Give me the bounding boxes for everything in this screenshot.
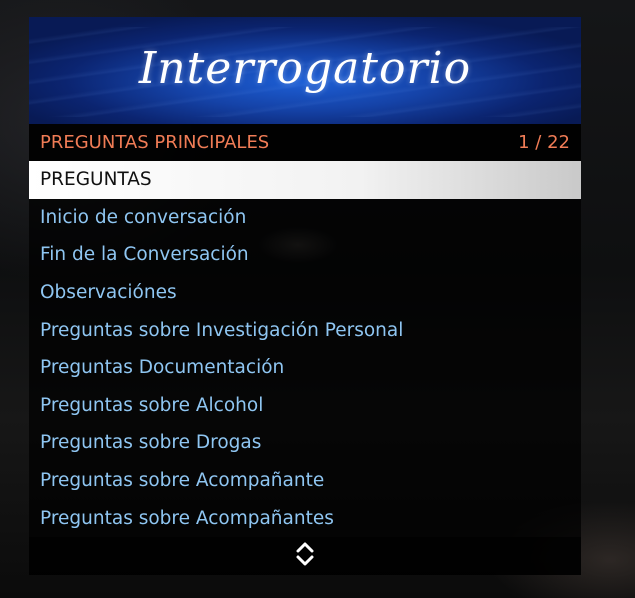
menu-item-fin-conversacion[interactable]: Fin de la Conversación xyxy=(29,236,581,274)
menu-item-acompanantes[interactable]: Preguntas sobre Acompañantes xyxy=(29,499,581,537)
item-counter: 1 / 22 xyxy=(518,132,570,153)
subheader-title: PREGUNTAS PRINCIPALES xyxy=(40,132,270,153)
menu-item-label: Observaciónes xyxy=(40,282,177,304)
menu-title: Interrogatorio xyxy=(138,43,472,94)
menu-item-preguntas[interactable]: PREGUNTAS xyxy=(29,161,581,199)
menu-item-label: Preguntas Documentación xyxy=(40,357,285,379)
up-down-arrows-icon[interactable] xyxy=(295,540,315,572)
menu-item-investigacion-personal[interactable]: Preguntas sobre Investigación Personal xyxy=(29,311,581,349)
menu-item-label: Preguntas sobre Acompañante xyxy=(40,470,325,492)
menu-item-alcohol[interactable]: Preguntas sobre Alcohol xyxy=(29,387,581,425)
menu-item-label: PREGUNTAS xyxy=(40,169,152,191)
menu-item-acompanante[interactable]: Preguntas sobre Acompañante xyxy=(29,462,581,500)
menu-item-documentacion[interactable]: Preguntas Documentación xyxy=(29,349,581,387)
menu-item-label: Inicio de conversación xyxy=(40,206,247,228)
menu-subheader: PREGUNTAS PRINCIPALES 1 / 22 xyxy=(29,124,581,161)
menu-items: PREGUNTAS Inicio de conversación Fin de … xyxy=(29,161,581,537)
menu-item-label: Fin de la Conversación xyxy=(40,244,249,266)
menu-item-label: Preguntas sobre Acompañantes xyxy=(40,507,334,529)
menu-banner: Interrogatorio xyxy=(29,17,581,124)
menu-footer xyxy=(29,536,581,575)
menu-item-label: Preguntas sobre Investigación Personal xyxy=(40,319,404,341)
menu-item-inicio-conversacion[interactable]: Inicio de conversación xyxy=(29,199,581,237)
interrogation-menu: Interrogatorio PREGUNTAS PRINCIPALES 1 /… xyxy=(29,17,581,575)
menu-item-label: Preguntas sobre Drogas xyxy=(40,432,262,454)
menu-item-observaciones[interactable]: Observaciónes xyxy=(29,274,581,312)
menu-item-drogas[interactable]: Preguntas sobre Drogas xyxy=(29,424,581,462)
menu-item-label: Preguntas sobre Alcohol xyxy=(40,394,264,416)
